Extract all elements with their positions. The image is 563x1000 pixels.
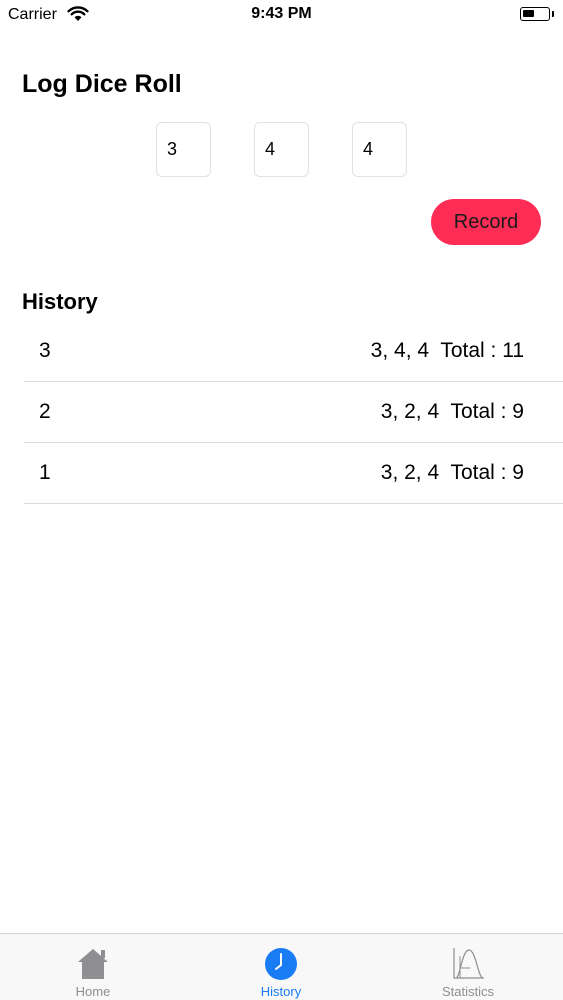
roll-index: 2 — [39, 400, 51, 423]
history-row[interactable]: 2 3, 2, 4 Total : 9 — [24, 382, 563, 443]
battery-cap — [552, 11, 554, 17]
tab-history[interactable]: History — [221, 934, 341, 1000]
status-time: 9:43 PM — [251, 5, 312, 22]
roll-index: 1 — [39, 461, 51, 484]
clock-icon — [265, 948, 297, 980]
roll-detail: 3, 2, 4 Total : 9 — [380, 461, 524, 484]
battery-level-fill — [523, 10, 534, 17]
status-bar: Carrier 9:43 PM — [0, 0, 563, 30]
history-list: 3 3, 4, 4 Total : 11 2 3, 2, 4 Total : 9… — [24, 321, 563, 504]
dice-2-input[interactable] — [254, 122, 309, 177]
dice-1-input[interactable] — [156, 122, 211, 177]
history-title: History — [22, 289, 98, 314]
battery-icon — [520, 7, 550, 21]
roll-detail: 3, 2, 4 Total : 9 — [380, 400, 524, 423]
record-button[interactable]: Record — [431, 199, 541, 245]
tab-statistics[interactable]: Statistics — [408, 934, 528, 1000]
history-row[interactable]: 1 3, 2, 4 Total : 9 — [24, 443, 563, 504]
tab-history-label: History — [260, 984, 302, 999]
bell-curve-icon — [453, 948, 484, 979]
roll-index: 3 — [39, 339, 51, 362]
tab-statistics-label: Statistics — [441, 984, 494, 999]
house-icon — [78, 949, 108, 979]
page-title: Log Dice Roll — [22, 70, 182, 98]
roll-detail: 3, 4, 4 Total : 11 — [370, 339, 524, 362]
history-row[interactable]: 3 3, 4, 4 Total : 11 — [24, 321, 563, 382]
tab-home[interactable]: Home — [33, 934, 153, 1000]
dice-3-input[interactable] — [352, 122, 407, 177]
tab-bar: Home History Statistics — [0, 933, 563, 1000]
tab-home-label: Home — [75, 984, 111, 999]
